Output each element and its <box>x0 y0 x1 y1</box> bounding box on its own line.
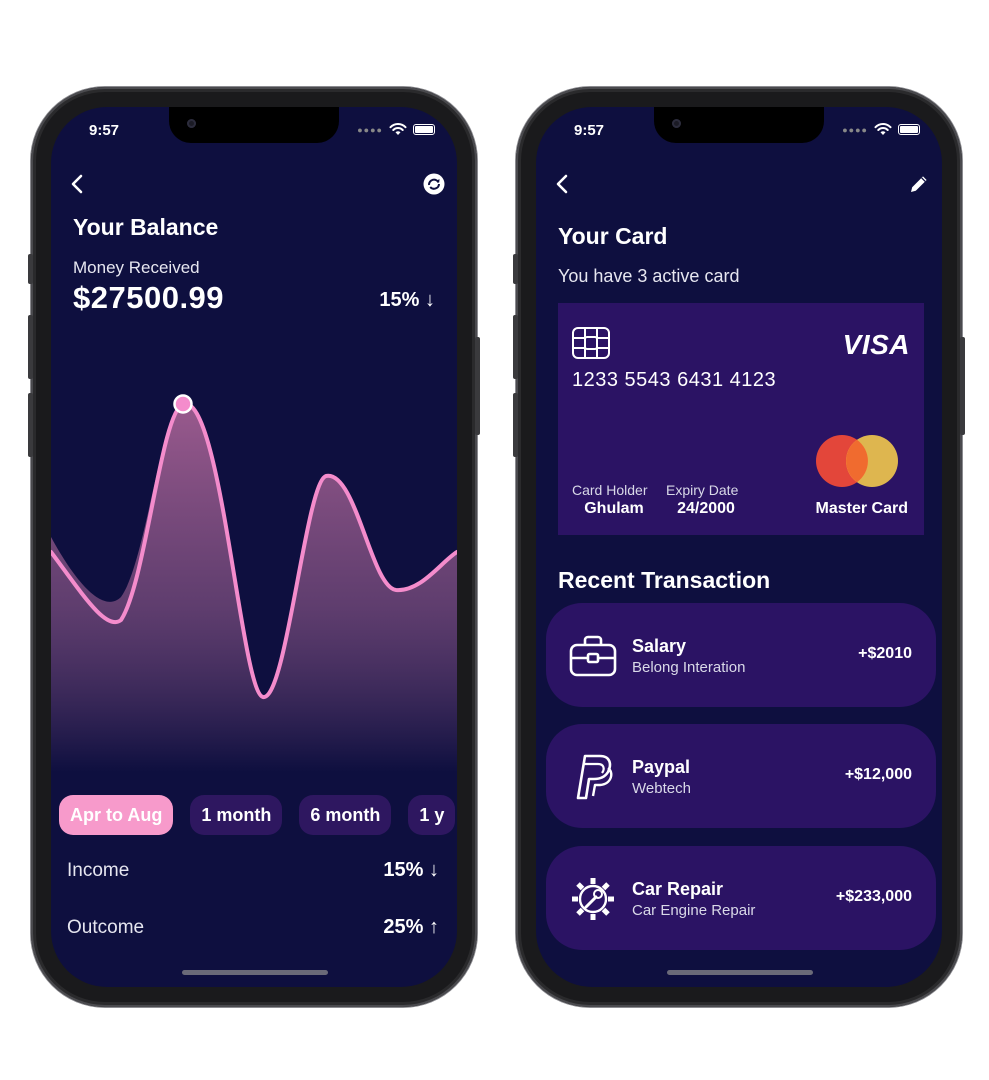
briefcase-icon <box>569 635 617 677</box>
wave-area <box>51 403 457 772</box>
status-time: 9:57 <box>574 122 605 139</box>
balance-wave-chart <box>51 394 457 772</box>
wifi-icon <box>389 123 407 135</box>
camera <box>672 119 681 128</box>
outcome-label: Outcome <box>67 916 145 938</box>
notch <box>169 107 339 143</box>
transaction-amount: +$233,000 <box>835 888 912 905</box>
expiry-date-label: Expiry Date <box>666 482 739 498</box>
home-indicator[interactable] <box>667 970 813 975</box>
power-button <box>475 337 480 435</box>
volume-up-button <box>513 315 518 379</box>
transaction-amount: +$12,000 <box>844 766 912 783</box>
card-screen: 9:57 ●●●● Your Card You have 3 active ca… <box>536 107 942 987</box>
transaction-subtitle: Car Engine Repair <box>632 902 756 919</box>
gear-wrench-icon <box>572 878 614 920</box>
volume-up-button <box>28 315 33 379</box>
peak-marker[interactable] <box>173 394 193 414</box>
mastercard-logo-icon <box>816 435 898 487</box>
transaction-name: Car Repair <box>632 879 724 899</box>
signal-icon: ●●●● <box>842 124 868 135</box>
back-arrow-icon[interactable] <box>67 173 89 195</box>
outcome-value: 25% ↑ <box>383 916 439 938</box>
status-time: 9:57 <box>89 122 120 139</box>
transaction-item-car-repair[interactable]: Car Repair Car Engine Repair +$233,000 <box>546 846 936 950</box>
card-holder-name: Ghulam <box>584 500 644 517</box>
visa-logo: VISA <box>842 329 910 360</box>
active-cards-subtitle: You have 3 active card <box>558 266 740 286</box>
credit-card[interactable]: VISA 1233 5543 6431 4123 Card Holder Ghu… <box>558 303 924 535</box>
transaction-name: Salary <box>632 636 687 656</box>
transaction-name: Paypal <box>632 757 691 777</box>
recent-transaction-title: Recent Transaction <box>558 567 771 593</box>
tab-apr-to-aug[interactable]: Apr to Aug <box>59 795 174 835</box>
volume-down-button <box>513 393 518 457</box>
period-tabs: Apr to Aug 1 month 6 month 1 y <box>59 795 456 835</box>
income-label: Income <box>67 859 130 881</box>
transaction-subtitle: Webtech <box>632 780 691 797</box>
expiry-date-value: 24/2000 <box>677 500 735 517</box>
notch <box>654 107 824 143</box>
wifi-icon <box>874 123 892 135</box>
card-holder-label: Card Holder <box>572 482 648 498</box>
income-row: Income 15% ↓ <box>67 859 439 882</box>
battery-icon <box>898 124 920 135</box>
status-icons: ●●●● <box>842 123 920 136</box>
paypal-icon <box>576 754 613 800</box>
volume-down-button <box>28 393 33 457</box>
tab-1-month[interactable]: 1 month <box>190 795 283 835</box>
pencil-icon[interactable] <box>908 173 930 195</box>
page-title: Your Balance <box>73 214 219 240</box>
money-received-label: Money Received <box>73 258 200 277</box>
signal-icon: ●●●● <box>357 124 383 135</box>
transaction-item-paypal[interactable]: Paypal Webtech +$12,000 <box>546 724 936 828</box>
phone-frame-balance: 9:57 ●●●● Your Balance Money Received $2… <box>28 87 480 1007</box>
card-network-label: Master Card <box>815 500 908 517</box>
card-chip-icon <box>572 327 610 359</box>
balance-screen: 9:57 ●●●● Your Balance Money Received $2… <box>51 107 457 987</box>
transaction-item-salary[interactable]: Salary Belong Interation +$2010 <box>546 603 936 707</box>
phone-frame-card: 9:57 ●●●● Your Card You have 3 active ca… <box>513 87 965 1007</box>
tab-1-year[interactable]: 1 y <box>408 795 456 835</box>
transaction-subtitle: Belong Interation <box>632 659 746 676</box>
mute-switch <box>28 254 33 284</box>
mute-switch <box>513 254 518 284</box>
balance-amount: $27500.99 <box>73 280 225 315</box>
outcome-row: Outcome 25% ↑ <box>67 916 439 939</box>
home-indicator[interactable] <box>182 970 328 975</box>
camera <box>187 119 196 128</box>
balance-change: 15% ↓ <box>379 289 435 311</box>
power-button <box>960 337 965 435</box>
tab-6-month[interactable]: 6 month <box>299 795 392 835</box>
battery-icon <box>413 124 435 135</box>
page-title: Your Card <box>558 223 668 249</box>
income-value: 15% ↓ <box>383 859 439 881</box>
back-arrow-icon[interactable] <box>552 173 574 195</box>
status-icons: ●●●● <box>357 123 435 136</box>
refresh-icon[interactable] <box>423 173 445 195</box>
card-number: 1233 5543 6431 4123 <box>572 369 777 391</box>
transaction-amount: +$2010 <box>858 645 912 662</box>
